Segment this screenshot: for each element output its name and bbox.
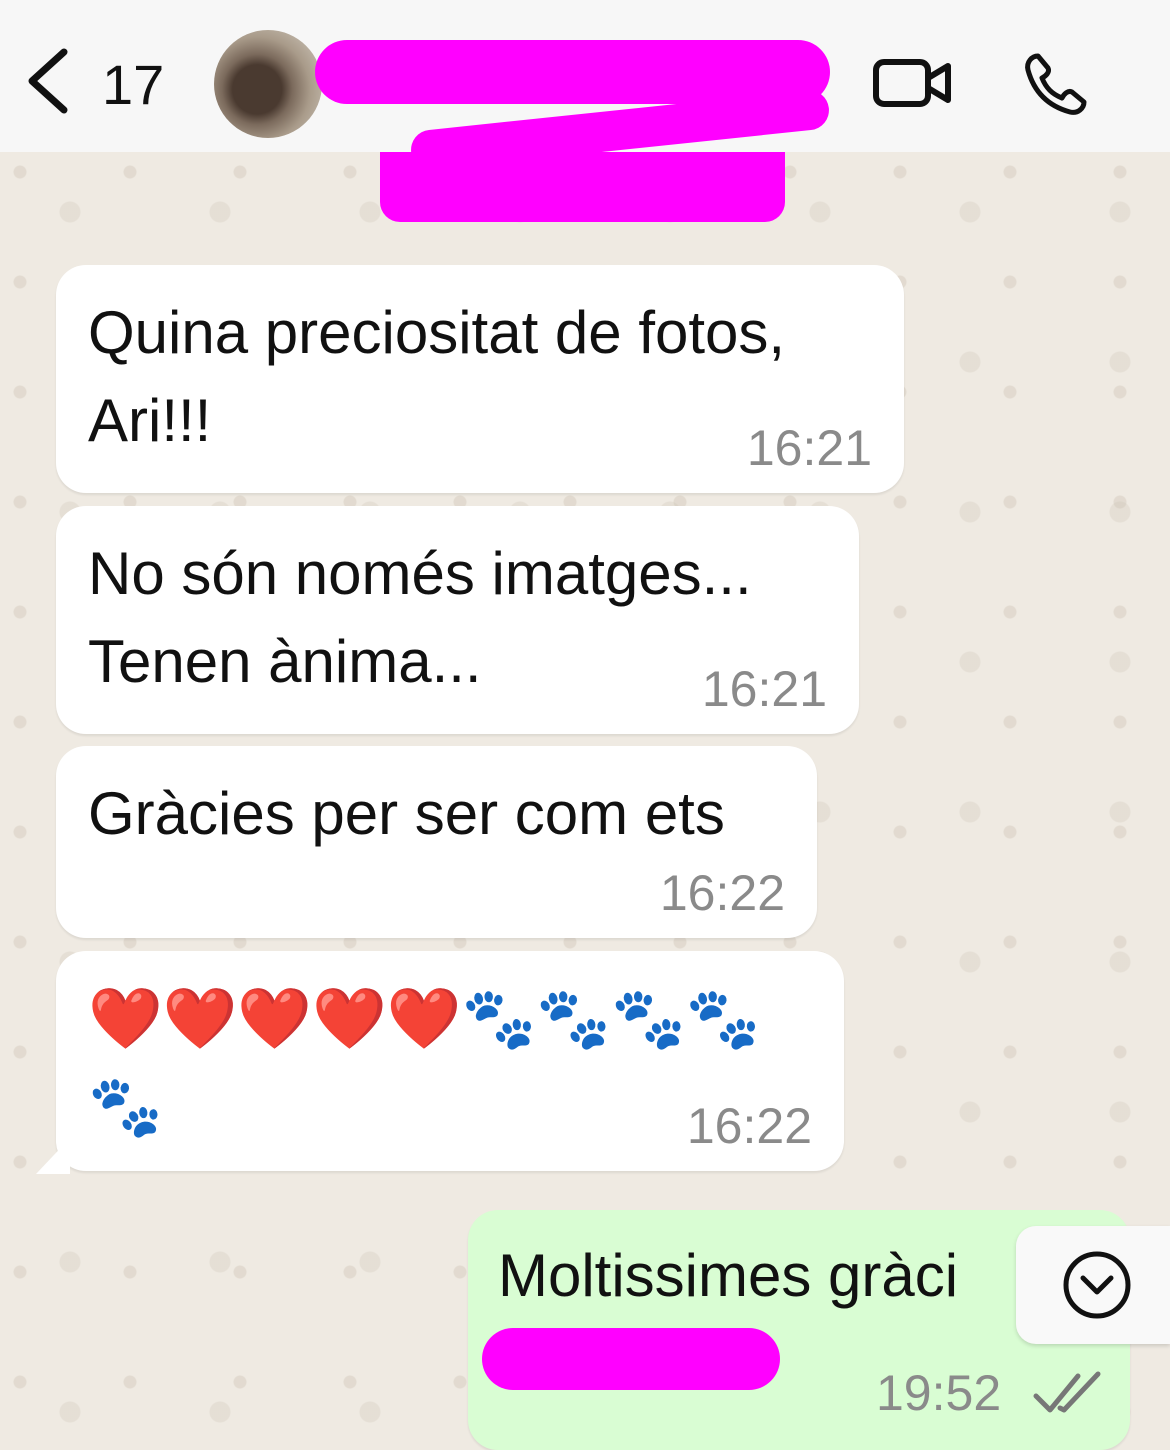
chevron-down-circle-icon xyxy=(1063,1251,1131,1319)
double-check-read-icon xyxy=(1033,1371,1101,1413)
contact-name-redacted[interactable] xyxy=(315,40,830,104)
message-time: 16:21 xyxy=(701,661,827,717)
video-camera-icon[interactable] xyxy=(870,52,954,114)
message-bubble-incoming[interactable]: Quina preciositat de fotos, Ari!!! 16:21 xyxy=(56,265,904,493)
unread-count[interactable]: 17 xyxy=(102,52,164,117)
message-bubble-incoming[interactable]: Gràcies per ser com ets 16:22 xyxy=(56,746,817,938)
message-time: 19:52 xyxy=(876,1365,1002,1421)
scroll-to-bottom-button[interactable] xyxy=(1016,1226,1170,1344)
message-text: No són només imatges... Tenen ànima... xyxy=(88,540,752,695)
redacted-text xyxy=(482,1328,780,1390)
message-bubble-incoming[interactable]: ❤️❤️❤️❤️❤️🐾🐾🐾🐾 🐾 16:22 xyxy=(56,951,844,1171)
chevron-left-icon[interactable] xyxy=(22,46,74,116)
message-text: Gràcies per ser com ets xyxy=(88,780,725,847)
avatar[interactable] xyxy=(214,30,322,138)
message-emoji-text: ❤️❤️❤️❤️❤️🐾🐾🐾🐾 🐾 xyxy=(88,985,761,1140)
phone-icon[interactable] xyxy=(1020,50,1090,120)
message-time: 16:22 xyxy=(659,865,785,921)
message-time: 16:21 xyxy=(746,420,872,476)
date-chip-redacted xyxy=(380,152,785,222)
message-bubble-incoming[interactable]: No són només imatges... Tenen ànima... 1… xyxy=(56,506,859,734)
message-time: 16:22 xyxy=(686,1098,812,1154)
bubble-tail xyxy=(36,1138,70,1174)
message-text: Quina preciositat de fotos, Ari!!! xyxy=(88,299,786,454)
message-text: Moltissimes gràci xyxy=(498,1242,959,1309)
